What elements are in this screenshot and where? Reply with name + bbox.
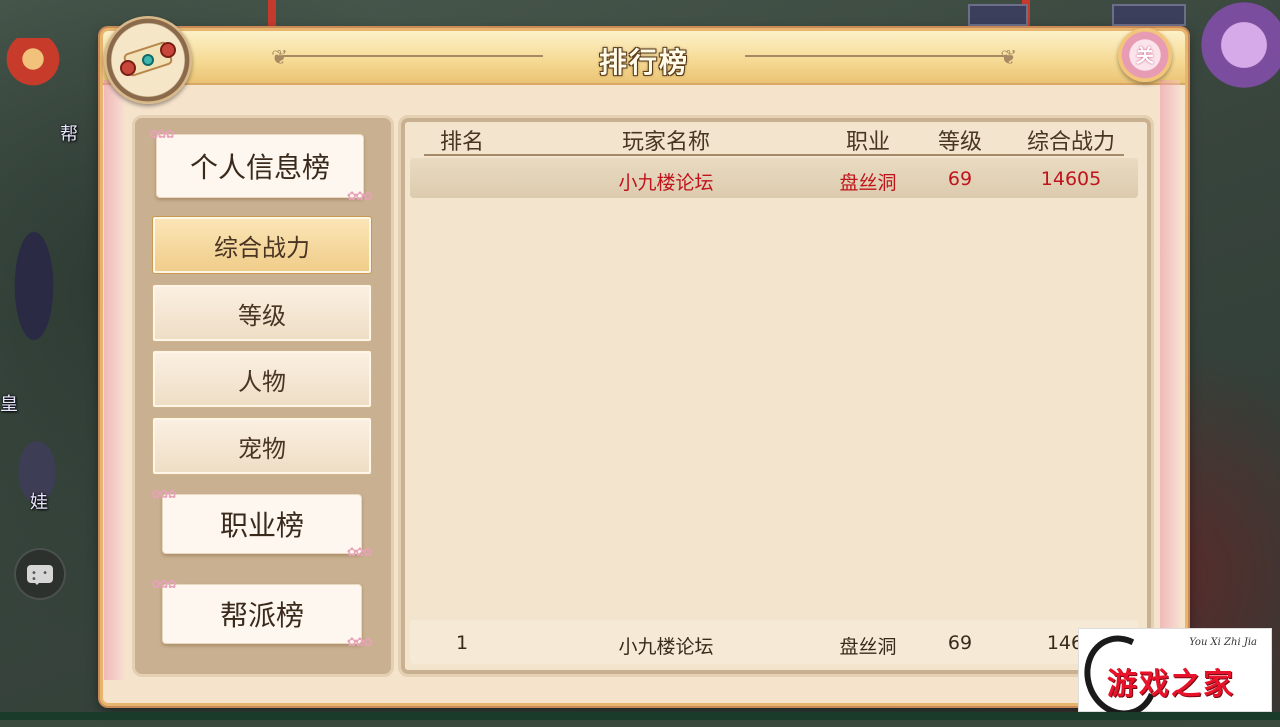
blossom-icon: ✿✿✿ <box>346 545 373 559</box>
sub-item-level[interactable]: 等级 <box>152 284 372 342</box>
status-bar <box>1112 4 1186 26</box>
site-watermark-logo: You Xi Zhi Jia 游戏之家 <box>1073 625 1272 727</box>
ranking-table <box>398 115 1154 677</box>
scroll-emblem-icon <box>104 16 192 104</box>
close-icon: 关 <box>1136 46 1154 67</box>
tab-guild-ranking[interactable]: ✿✿✿ 帮派榜 ✿✿✿ <box>151 577 373 649</box>
column-header-rank: 排名 <box>439 130 484 155</box>
tab-career-ranking[interactable]: ✿✿✿ 职业榜 ✿✿✿ <box>151 487 373 559</box>
sub-item-label: 宠物 <box>238 434 286 463</box>
close-button[interactable]: 关 <box>1118 28 1172 82</box>
bottom-strip <box>0 712 1280 720</box>
my-level-cell: 69 <box>947 632 973 654</box>
blossom-icon: ✿✿✿ <box>151 487 177 501</box>
my-name-cell: 小九楼论坛 <box>618 636 714 658</box>
dark-warrior-npc[interactable] <box>4 230 64 370</box>
sub-item-label: 综合战力 <box>214 233 310 262</box>
player-level-cell: 69 <box>947 168 973 190</box>
header-divider <box>424 154 1124 156</box>
logo-text: 游戏之家 <box>1107 667 1235 702</box>
player-name-cell: 小九楼论坛 <box>618 172 714 194</box>
blossom-icon: ✿✿✿ <box>346 635 373 649</box>
player-job-cell: 盘丝洞 <box>839 172 897 194</box>
player-avatar[interactable] <box>1200 0 1280 100</box>
chat-button[interactable]: • • • <box>14 548 66 600</box>
npc-name-label: 皇 <box>0 394 18 415</box>
panel-title: 排行榜 <box>598 46 689 79</box>
tab-label: 帮派榜 <box>219 599 304 632</box>
column-header-job: 职业 <box>845 130 890 155</box>
npc-name-label: 帮 <box>60 124 78 145</box>
tab-label: 职业榜 <box>219 509 304 542</box>
chat-icon: • • • <box>27 565 53 585</box>
panel-header: ❦ ❦ 排行榜 <box>103 31 1185 85</box>
blossom-icon: ✿✿✿ <box>346 189 373 203</box>
tab-personal-ranking[interactable]: ✿✿✿ 个人信息榜 ✿✿✿ <box>149 127 373 203</box>
npc-name-label: 娃 <box>30 492 48 513</box>
my-rank-cell: 1 <box>455 632 469 654</box>
status-bar <box>968 4 1028 26</box>
blossom-icon: ✿✿✿ <box>151 577 177 591</box>
column-header-power: 综合战力 <box>1026 130 1115 155</box>
column-header-level: 等级 <box>937 130 982 155</box>
curtain-decor <box>1160 80 1180 680</box>
column-header-name: 玩家名称 <box>621 130 710 155</box>
sub-item-pet[interactable]: 宠物 <box>152 417 372 475</box>
blossom-icon: ✿✿✿ <box>149 127 175 141</box>
fortune-god-npc[interactable] <box>6 38 60 98</box>
tab-label: 个人信息榜 <box>189 151 330 184</box>
my-job-cell: 盘丝洞 <box>839 636 897 658</box>
sub-item-label: 等级 <box>238 301 286 330</box>
player-power-cell: 14605 <box>1040 168 1102 190</box>
curtain-decor <box>104 80 124 680</box>
pillar-decor <box>268 0 276 26</box>
sub-item-character[interactable]: 人物 <box>152 350 372 408</box>
sub-item-label: 人物 <box>238 367 286 396</box>
sub-item-combat-power[interactable]: 综合战力 <box>152 216 372 274</box>
logo-pinyin: You Xi Zhi Jia <box>1189 637 1257 648</box>
